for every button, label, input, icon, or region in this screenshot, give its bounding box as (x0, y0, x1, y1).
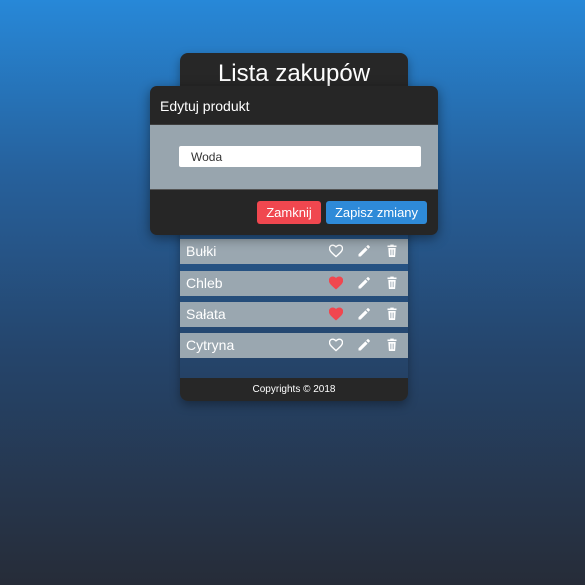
pencil-icon[interactable] (357, 276, 371, 290)
product-name: Cytryna (186, 337, 235, 353)
list-item: Bułki (180, 239, 408, 264)
edit-product-modal: Edytuj produkt Zamknij Zapisz zmiany (150, 86, 438, 235)
pencil-icon[interactable] (357, 338, 371, 352)
product-name: Bułki (186, 243, 217, 259)
product-name: Chleb (186, 275, 223, 291)
list-item: Cytryna (180, 333, 408, 358)
heart-icon[interactable] (329, 338, 343, 352)
modal-title: Edytuj produkt (160, 98, 250, 114)
trash-icon[interactable] (385, 276, 399, 290)
product-name: Sałata (186, 306, 226, 322)
list-item: Chleb (180, 271, 408, 296)
list-item: Sałata (180, 302, 408, 327)
trash-icon[interactable] (385, 338, 399, 352)
modal-body (150, 125, 438, 189)
heart-icon[interactable] (329, 276, 343, 290)
pencil-icon[interactable] (357, 307, 371, 321)
copyright-footer: Copyrights © 2018 (180, 378, 408, 401)
pencil-icon[interactable] (357, 244, 371, 258)
close-button[interactable]: Zamknij (257, 201, 321, 224)
trash-icon[interactable] (385, 307, 399, 321)
save-changes-button[interactable]: Zapisz zmiany (326, 201, 427, 224)
heart-icon[interactable] (329, 244, 343, 258)
modal-divider (150, 189, 438, 190)
heart-icon[interactable] (329, 307, 343, 321)
product-name-input[interactable] (179, 146, 421, 167)
trash-icon[interactable] (385, 244, 399, 258)
